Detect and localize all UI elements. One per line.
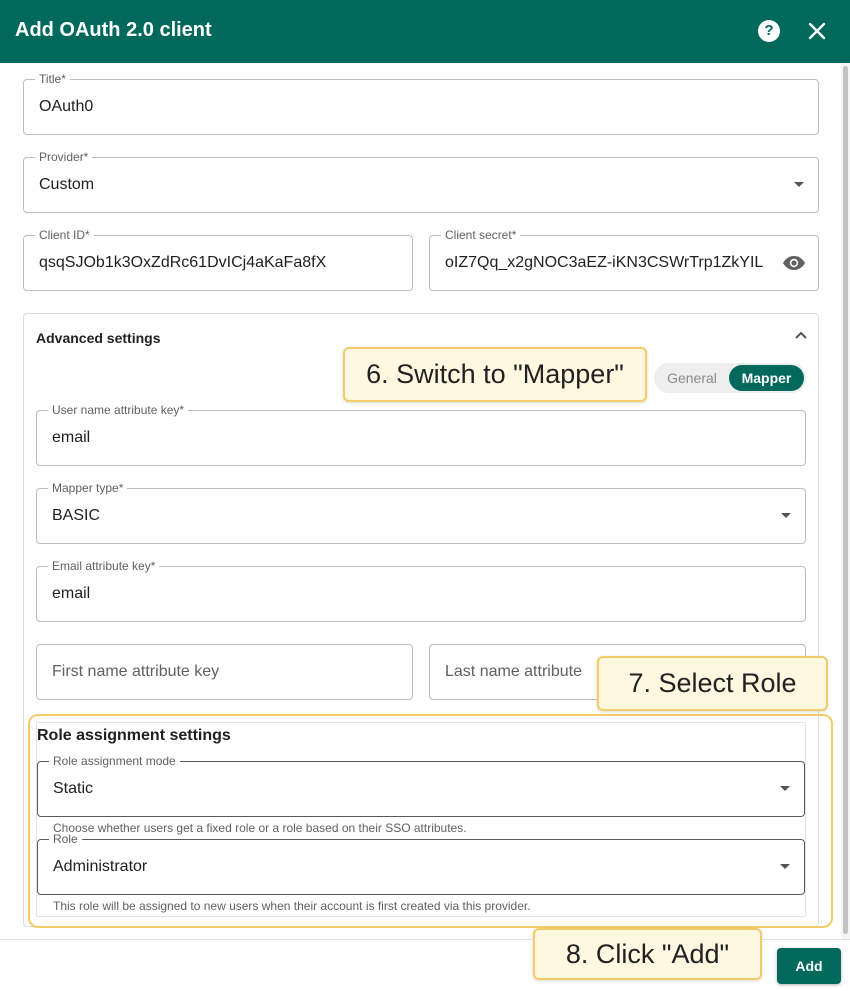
dialog-title: Add OAuth 2.0 client (15, 19, 212, 41)
role-assignment-mode-helper: Choose whether users get a fixed role or… (53, 821, 467, 835)
eye-icon[interactable] (782, 254, 806, 272)
close-icon[interactable] (806, 20, 828, 42)
email-attribute-key-value: email (52, 585, 91, 602)
last-name-attribute-key-placeholder: Last name attribute (445, 663, 582, 680)
chevron-down-icon (780, 786, 790, 791)
toggle-general[interactable]: General (654, 363, 730, 393)
email-attribute-key-field[interactable]: Email attribute key* email (36, 559, 806, 622)
title-value: OAuth0 (39, 98, 94, 115)
client-secret-field[interactable]: Client secret* oIZ7Qq_x2gNOC3aEZ-iKN3CSW… (429, 228, 819, 291)
role-value: Administrator (53, 858, 148, 875)
client-id-field[interactable]: Client ID* qsqSJOb1k3OxZdRc61DvICj4aKaFa… (23, 228, 413, 291)
add-button[interactable]: Add (777, 948, 841, 984)
scrollbar-thumb[interactable] (843, 66, 848, 934)
role-helper: This role will be assigned to new users … (53, 899, 531, 913)
title-field[interactable]: Title* OAuth0 (23, 72, 819, 135)
chevron-down-icon (780, 864, 790, 869)
user-name-attribute-key-field[interactable]: User name attribute key* email (36, 403, 806, 466)
role-assignment-mode-select[interactable]: Role assignment mode Static (37, 754, 805, 817)
first-name-attribute-key-placeholder: First name attribute key (52, 663, 220, 680)
provider-select[interactable]: Provider* Custom (23, 150, 819, 213)
chevron-down-icon (781, 513, 791, 518)
provider-value: Custom (39, 176, 95, 193)
callout-step-8: 8. Click "Add" (533, 928, 762, 980)
general-mapper-toggle[interactable]: General Mapper (654, 363, 806, 393)
dialog-header: Add OAuth 2.0 client ? (0, 0, 850, 63)
role-assignment-title: Role assignment settings (37, 727, 231, 744)
role-select[interactable]: Role Administrator (37, 832, 805, 895)
advanced-settings-title[interactable]: Advanced settings (36, 330, 160, 346)
client-id-value: qsqSJOb1k3OxZdRc61DvICj4aKaFa8fX (39, 254, 327, 271)
callout-step-6: 6. Switch to "Mapper" (343, 347, 647, 402)
help-icon[interactable]: ? (758, 20, 780, 42)
role-assignment-mode-value: Static (53, 780, 94, 797)
user-name-attribute-key-value: email (52, 429, 91, 446)
chevron-down-icon (794, 182, 804, 187)
first-name-attribute-key-field[interactable]: First name attribute key (36, 644, 413, 700)
client-secret-value: oIZ7Qq_x2gNOC3aEZ-iKN3CSWrTrp1ZkYIL (445, 254, 764, 271)
mapper-type-value: BASIC (52, 507, 101, 524)
chevron-up-icon[interactable] (794, 330, 808, 340)
toggle-mapper[interactable]: Mapper (729, 365, 804, 391)
callout-step-7: 7. Select Role (597, 656, 828, 711)
mapper-type-select[interactable]: Mapper type* BASIC (36, 481, 806, 544)
